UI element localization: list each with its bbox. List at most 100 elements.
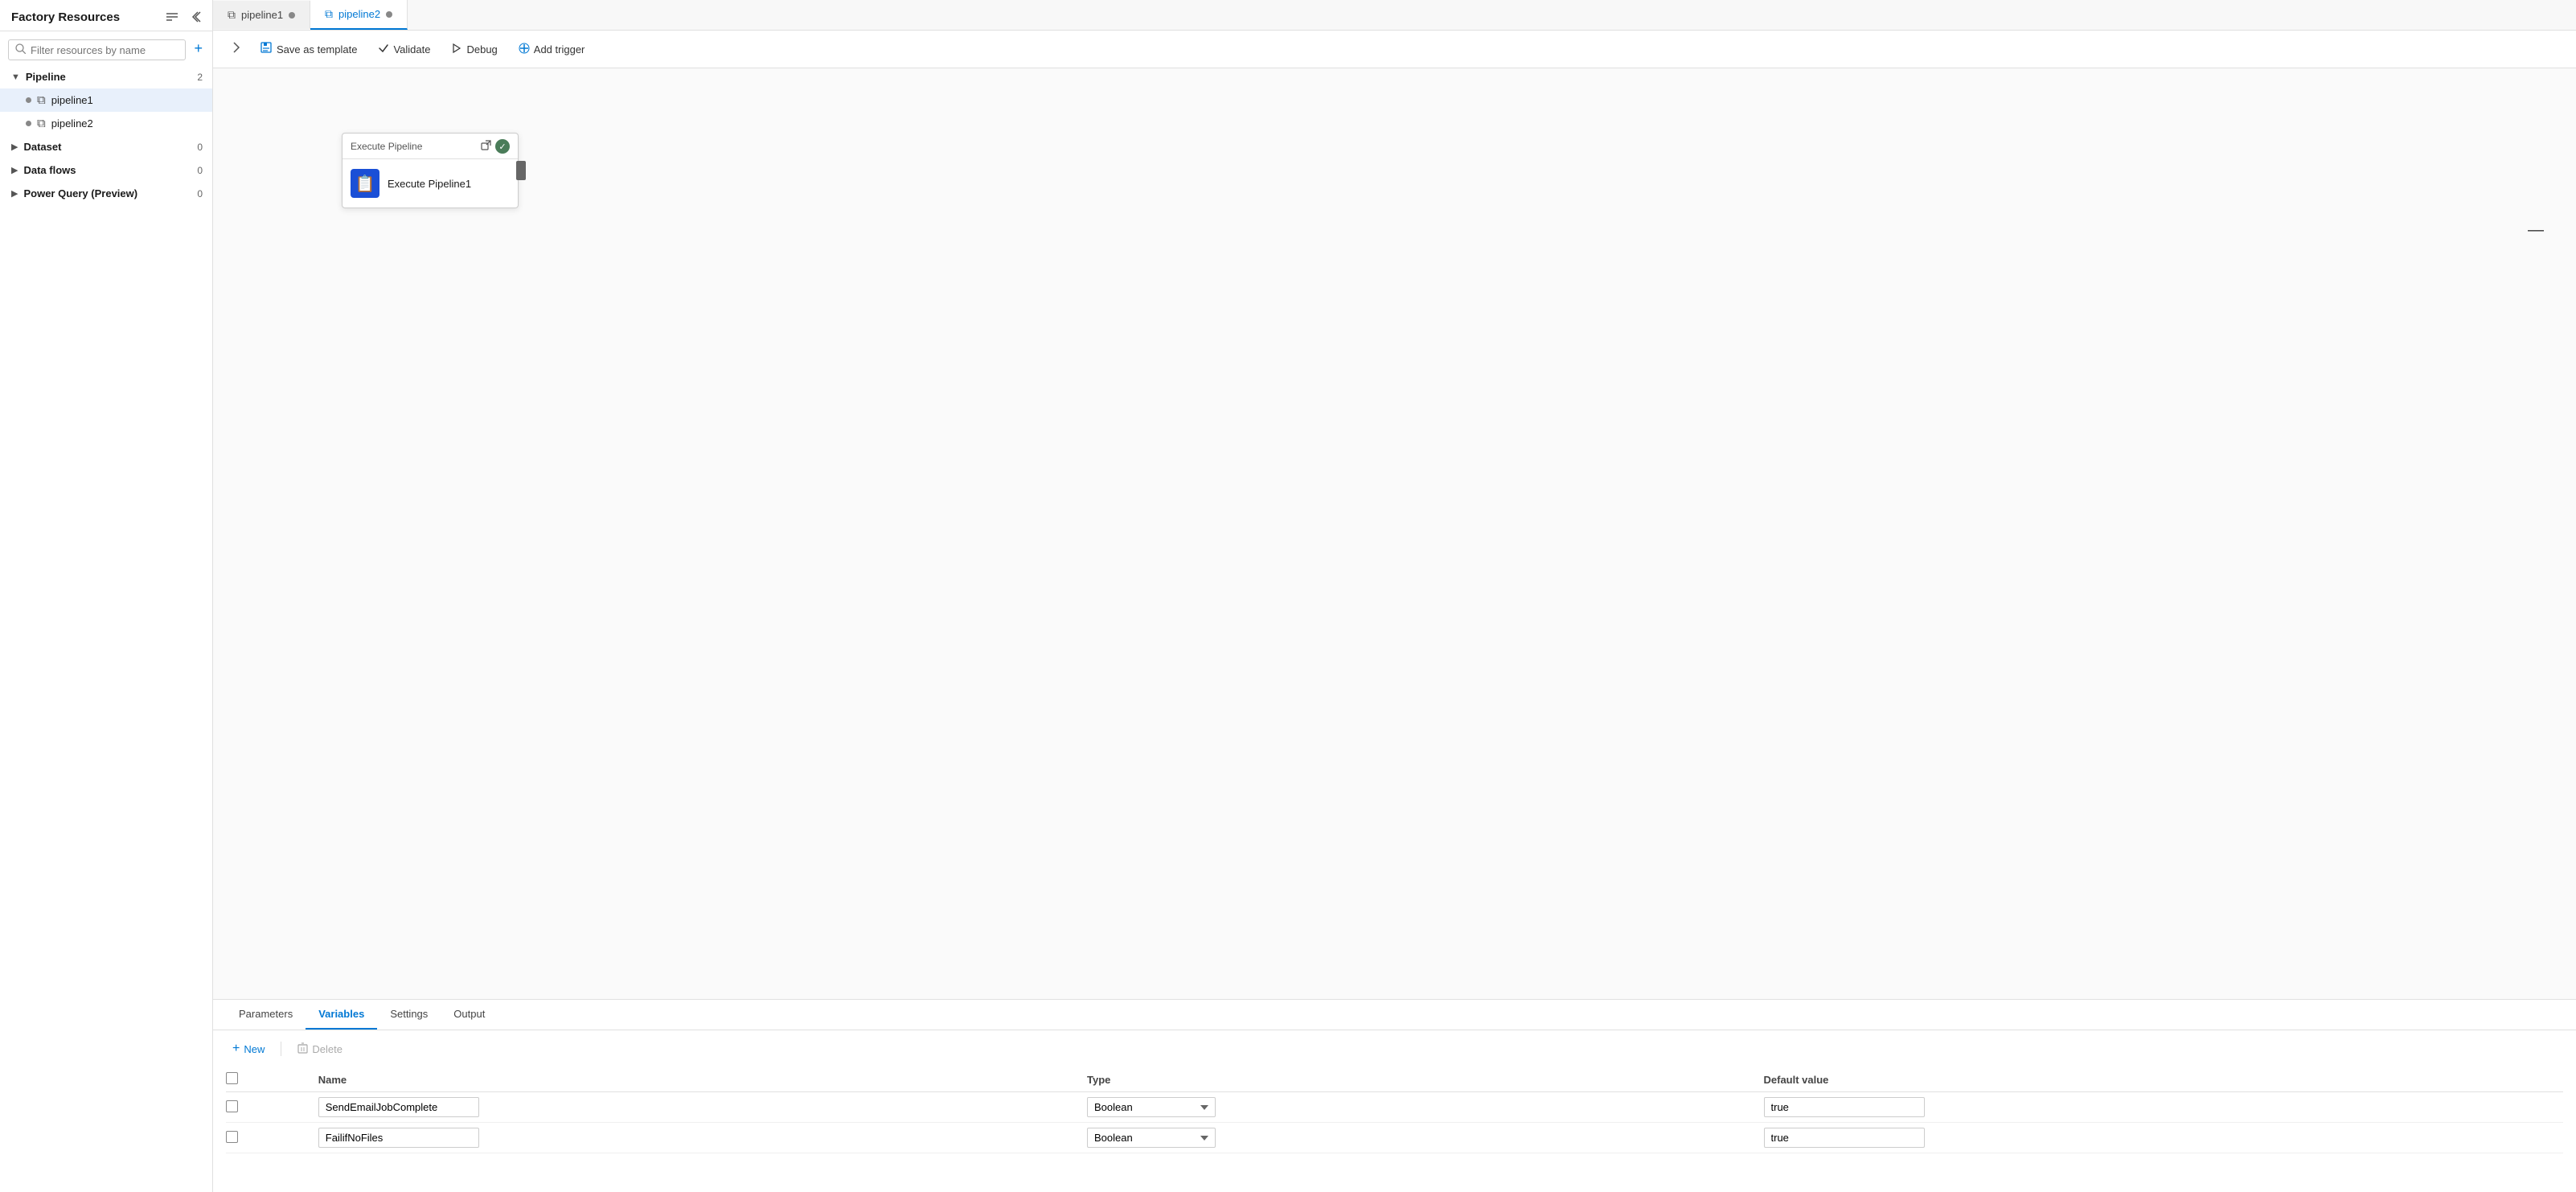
bottom-tab-output[interactable]: Output	[441, 1000, 498, 1030]
powerquery-group-header[interactable]: ▶ Power Query (Preview) 0	[0, 182, 212, 205]
external-link-icon[interactable]	[481, 140, 491, 153]
card-success-icon: ✓	[495, 139, 510, 154]
add-trigger-button[interactable]: Add trigger	[511, 39, 593, 60]
execute-pipeline-card[interactable]: Execute Pipeline ✓ 📋 Execute Pipeline1	[342, 133, 519, 208]
bottom-panel: Parameters Variables Settings Output + N…	[213, 999, 2576, 1192]
sidebar: Factory Resources + ▼ Pipeline 2	[0, 0, 213, 1192]
table-header-name: Name	[318, 1067, 1087, 1092]
sidebar-item-pipeline2[interactable]: ⧉ pipeline2	[0, 112, 212, 135]
table-row: Boolean	[226, 1123, 2563, 1153]
execute-pipeline-icon: 📋	[351, 169, 379, 198]
table-header-type: Type	[1087, 1067, 1764, 1092]
pipeline-group-header[interactable]: ▼ Pipeline 2	[0, 65, 212, 88]
search-input[interactable]	[31, 44, 178, 56]
bottom-tab-parameters[interactable]: Parameters	[226, 1000, 306, 1030]
powerquery-chevron-icon: ▶	[11, 188, 18, 199]
debug-icon	[451, 43, 462, 56]
bottom-tabs: Parameters Variables Settings Output	[213, 1000, 2576, 1030]
sidebar-item-pipeline1[interactable]: ⧉ pipeline1	[0, 88, 212, 112]
variables-table-wrap: Name Type Default value	[213, 1067, 2576, 1153]
save-template-icon	[260, 41, 273, 57]
dataflows-group-header[interactable]: ▶ Data flows 0	[0, 158, 212, 182]
row1-checkbox-cell	[226, 1092, 318, 1123]
validate-icon	[378, 42, 389, 56]
dataset-group-label: Dataset	[23, 141, 61, 153]
tab-pipeline1[interactable]: ⧉ pipeline1	[213, 1, 310, 29]
execute-pipeline-label: Execute Pipeline1	[388, 178, 471, 190]
tab-pipeline2-modified-dot	[386, 11, 392, 18]
save-template-label: Save as template	[277, 43, 357, 55]
search-bar	[8, 39, 186, 60]
validate-button[interactable]: Validate	[370, 38, 438, 60]
debug-label: Debug	[466, 43, 497, 55]
row1-default-cell	[1764, 1092, 2564, 1123]
dataset-group-count: 0	[197, 142, 203, 153]
row2-checkbox[interactable]	[226, 1131, 238, 1143]
row1-name-cell	[318, 1092, 1087, 1123]
dataset-chevron-icon: ▶	[11, 142, 18, 152]
new-variable-button[interactable]: + New	[226, 1038, 271, 1059]
row1-default-input[interactable]	[1764, 1097, 1925, 1117]
variables-table: Name Type Default value	[226, 1067, 2563, 1153]
new-variable-label: New	[244, 1043, 265, 1055]
row1-type-cell: Boolean	[1087, 1092, 1764, 1123]
pipeline-chevron-icon: ▼	[11, 72, 20, 82]
add-trigger-label: Add trigger	[534, 43, 585, 55]
bottom-tab-settings[interactable]: Settings	[377, 1000, 441, 1030]
tab-pipeline2[interactable]: ⧉ pipeline2	[310, 0, 408, 30]
tab-pipeline1-modified-dot	[289, 12, 295, 18]
tabs-bar: ⧉ pipeline1 ⧉ pipeline2	[213, 0, 2576, 31]
tab-pipeline1-label: pipeline1	[241, 9, 283, 21]
toolbar: Save as template Validate Debug Add trig…	[213, 31, 2576, 68]
pipeline-card-header-icons: ✓	[481, 139, 510, 154]
bottom-tab-variables[interactable]: Variables	[306, 1000, 377, 1030]
tree-section: ▼ Pipeline 2 ⧉ pipeline1 ⧉ pipeline2 ▶ D…	[0, 65, 212, 205]
row1-name-input[interactable]	[318, 1097, 479, 1117]
sidebar-title: Factory Resources	[11, 10, 120, 24]
row2-default-input[interactable]	[1764, 1128, 1925, 1148]
dataflows-group-count: 0	[197, 165, 203, 176]
canvas-area[interactable]: Execute Pipeline ✓ 📋 Execute Pipeline1 —	[213, 68, 2576, 999]
save-as-template-button[interactable]: Save as template	[252, 37, 365, 61]
row2-name-input[interactable]	[318, 1128, 479, 1148]
dataflows-group-label: Data flows	[23, 164, 76, 176]
pipeline1-pipeline-icon: ⧉	[37, 93, 46, 107]
pipeline-card-title: Execute Pipeline	[351, 141, 422, 152]
row2-type-select[interactable]: Boolean	[1087, 1128, 1216, 1148]
tab-pipeline2-icon: ⧉	[325, 7, 333, 21]
pipeline-group-count: 2	[197, 72, 203, 83]
canvas-zoom-minus: —	[2528, 221, 2544, 240]
add-trigger-icon	[519, 43, 530, 56]
delete-variable-button[interactable]: Delete	[291, 1039, 349, 1059]
pipeline-group-label: Pipeline	[26, 71, 66, 83]
sidebar-header: Factory Resources	[0, 0, 212, 31]
pipeline-card-body: 📋 Execute Pipeline1	[343, 159, 518, 208]
debug-button[interactable]: Debug	[443, 39, 505, 60]
row2-checkbox-cell	[226, 1123, 318, 1153]
delete-icon	[297, 1042, 308, 1056]
tab-pipeline2-label: pipeline2	[338, 8, 380, 20]
row2-name-cell	[318, 1123, 1087, 1153]
row1-type-select[interactable]: Boolean	[1087, 1097, 1216, 1117]
row2-default-cell	[1764, 1123, 2564, 1153]
collapse-icon[interactable]	[162, 10, 182, 23]
validate-label: Validate	[393, 43, 430, 55]
table-header-default-value: Default value	[1764, 1067, 2564, 1092]
powerquery-group-label: Power Query (Preview)	[23, 187, 137, 199]
dataset-group-header[interactable]: ▶ Dataset 0	[0, 135, 212, 158]
select-all-checkbox[interactable]	[226, 1072, 238, 1084]
variables-toolbar: + New Delete	[213, 1030, 2576, 1067]
delete-variable-label: Delete	[312, 1043, 343, 1055]
main-content: ⧉ pipeline1 ⧉ pipeline2 Save as template…	[213, 0, 2576, 1192]
pipeline2-status-dot	[26, 121, 31, 126]
powerquery-group-count: 0	[197, 188, 203, 199]
add-resource-button[interactable]: +	[189, 39, 207, 59]
pipeline2-label: pipeline2	[51, 117, 93, 129]
shrink-sidebar-icon[interactable]	[187, 10, 204, 24]
toolbar-expand-button[interactable]	[226, 39, 247, 59]
row1-checkbox[interactable]	[226, 1100, 238, 1112]
card-right-handle[interactable]	[516, 161, 526, 180]
new-variable-plus-icon: +	[232, 1042, 240, 1056]
table-header-checkbox-col	[226, 1067, 318, 1092]
tab-pipeline1-icon: ⧉	[228, 8, 236, 22]
